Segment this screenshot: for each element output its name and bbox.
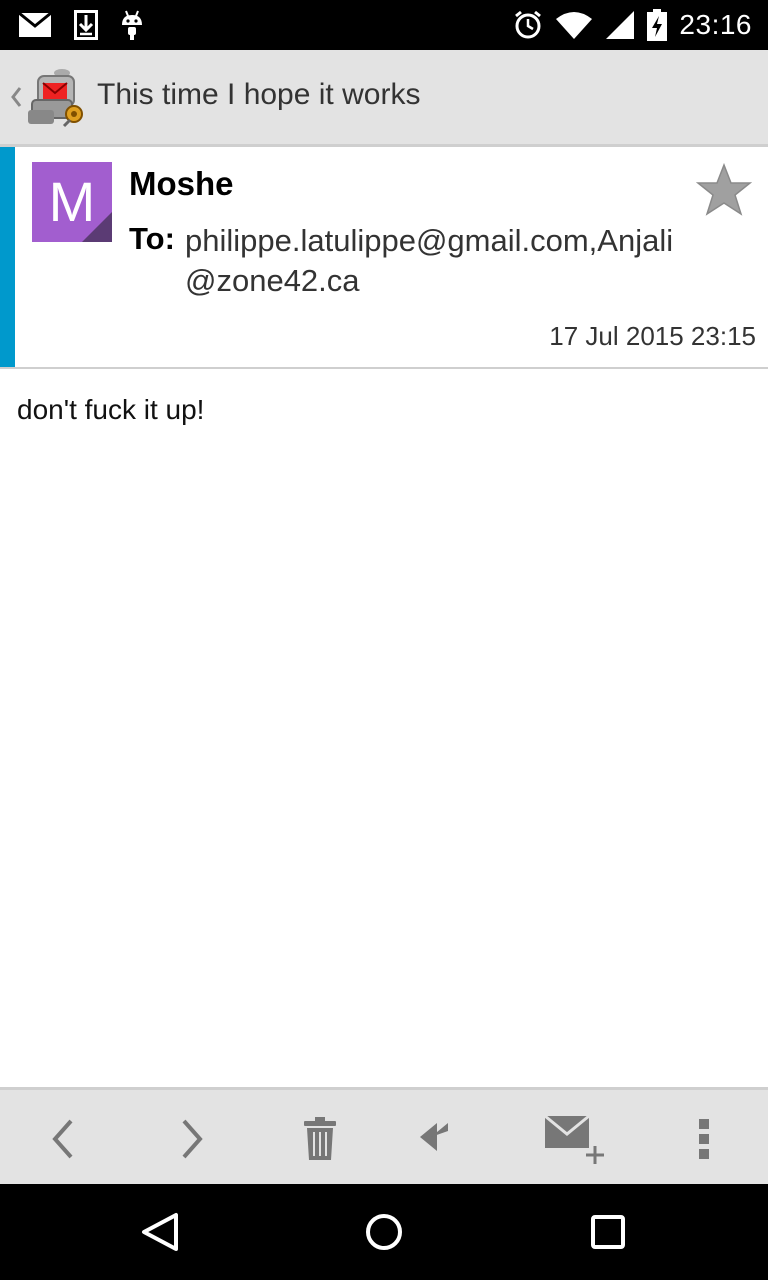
delete-button[interactable]: [270, 1090, 370, 1187]
gmail-icon: [18, 12, 52, 37]
overflow-menu-icon: [699, 1118, 709, 1159]
back-triangle-icon[interactable]: [136, 1208, 184, 1256]
delete-icon: [304, 1116, 336, 1160]
signal-icon: [606, 11, 635, 39]
android-icon: [122, 10, 142, 40]
system-status-icons: 23:16: [513, 8, 752, 42]
battery-charging-icon: [647, 9, 668, 41]
navigation-bar: [0, 1184, 768, 1280]
previous-button[interactable]: [14, 1090, 114, 1187]
to-label: To:: [129, 221, 175, 256]
wifi-icon: [556, 12, 593, 39]
reply-all-button[interactable]: [398, 1090, 498, 1187]
unread-indicator: [0, 147, 15, 367]
status-bar: 23:16: [0, 0, 768, 50]
recents-square-icon[interactable]: [584, 1208, 632, 1256]
message-toolbar: [0, 1087, 768, 1187]
chevron-left-icon[interactable]: [6, 80, 26, 114]
page-title: This time I hope it works: [97, 78, 421, 111]
star-icon[interactable]: [696, 163, 752, 217]
sender-name[interactable]: Moshe: [129, 165, 234, 203]
recipients[interactable]: philippe.latulippe@gmail.com,Anjali@zone…: [185, 221, 695, 301]
next-button[interactable]: [141, 1090, 241, 1187]
reply-all-icon: [420, 1122, 448, 1151]
home-circle-icon[interactable]: [360, 1208, 408, 1256]
avatar-fold: [82, 212, 112, 242]
previous-icon: [52, 1119, 73, 1158]
avatar[interactable]: M: [32, 162, 112, 242]
compose-icon: [544, 1114, 604, 1164]
action-bar: This time I hope it works: [0, 50, 768, 147]
alarm-icon: [515, 10, 542, 39]
k9-mail-logo-icon[interactable]: [28, 66, 86, 128]
clock-time: 23:16: [679, 9, 752, 40]
download-icon: [74, 10, 98, 40]
overflow-menu-button[interactable]: [654, 1090, 754, 1187]
message-date: 17 Jul 2015 23:15: [549, 321, 756, 351]
message-header: M Moshe To: philippe.latulippe@gmail.com…: [0, 147, 768, 367]
message-body: don't fuck it up!: [17, 394, 205, 425]
notification-icons: [18, 8, 144, 42]
compose-button[interactable]: [526, 1090, 626, 1187]
next-icon: [182, 1119, 203, 1158]
header-divider: [0, 367, 768, 369]
